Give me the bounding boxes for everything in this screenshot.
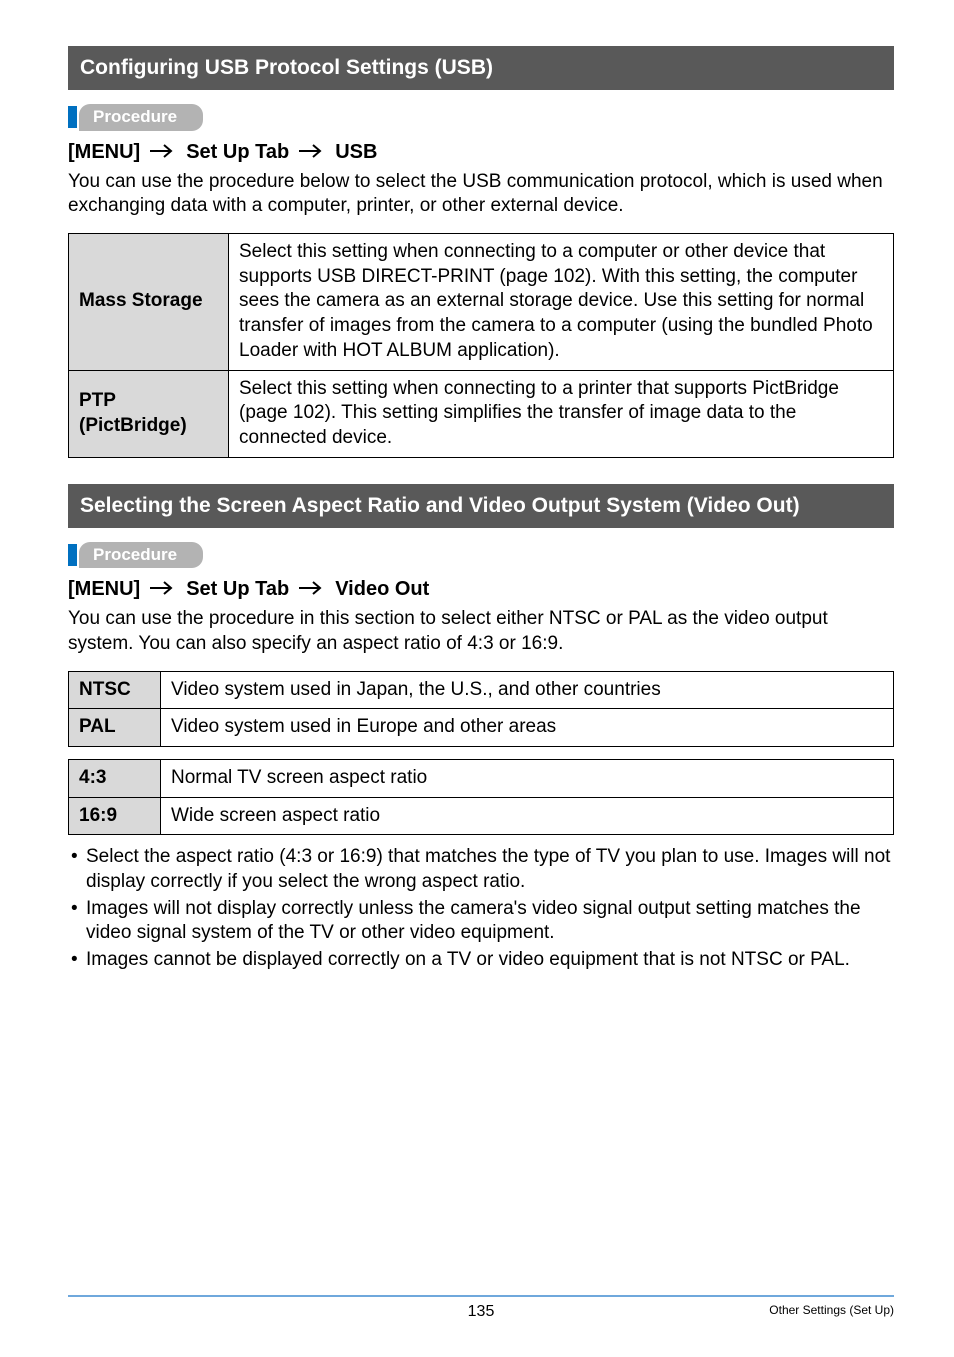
page-footer: 135 Other Settings (Set Up)	[0, 1295, 954, 1321]
menu-part: Video Out	[335, 578, 429, 601]
option-label: 4:3	[69, 760, 161, 798]
table-row: PTP (PictBridge) Select this setting whe…	[69, 370, 894, 457]
option-desc: Wide screen aspect ratio	[161, 797, 894, 835]
option-desc: Select this setting when connecting to a…	[229, 234, 894, 370]
usb-options-table: Mass Storage Select this setting when co…	[68, 233, 894, 458]
procedure-label-1: Procedure	[79, 104, 203, 130]
table-row: 4:3 Normal TV screen aspect ratio	[69, 760, 894, 798]
procedure-bullet-icon	[68, 106, 77, 128]
arrow-right-icon	[150, 578, 176, 601]
option-desc: Video system used in Europe and other ar…	[161, 709, 894, 747]
table-row: NTSC Video system used in Japan, the U.S…	[69, 671, 894, 709]
menu-path-2: [MENU] Set Up Tab Video Out	[68, 578, 894, 601]
menu-path-1: [MENU] Set Up Tab USB	[68, 141, 894, 164]
option-label: Mass Storage	[69, 234, 229, 370]
video-system-table: NTSC Video system used in Japan, the U.S…	[68, 671, 894, 747]
section-heading-usb: Configuring USB Protocol Settings (USB)	[68, 46, 894, 90]
menu-part: Set Up Tab	[186, 578, 289, 601]
table-row: Mass Storage Select this setting when co…	[69, 234, 894, 370]
menu-part: [MENU]	[68, 578, 140, 601]
arrow-right-icon	[299, 578, 325, 601]
notes-list: Select the aspect ratio (4:3 or 16:9) th…	[68, 845, 894, 972]
menu-part: Set Up Tab	[186, 141, 289, 164]
intro-text-1: You can use the procedure below to selec…	[68, 170, 894, 219]
procedure-row-2: Procedure	[68, 542, 894, 568]
footer-rule	[68, 1295, 894, 1297]
footer-section-name: Other Settings (Set Up)	[769, 1303, 894, 1317]
option-label: NTSC	[69, 671, 161, 709]
section-heading-video: Selecting the Screen Aspect Ratio and Vi…	[68, 484, 894, 528]
list-item: Images will not display correctly unless…	[68, 897, 894, 946]
option-desc: Select this setting when connecting to a…	[229, 370, 894, 457]
arrow-right-icon	[150, 141, 176, 164]
procedure-bullet-icon	[68, 544, 77, 566]
list-item: Select the aspect ratio (4:3 or 16:9) th…	[68, 845, 894, 894]
arrow-right-icon	[299, 141, 325, 164]
menu-part: USB	[335, 141, 377, 164]
option-label: 16:9	[69, 797, 161, 835]
option-desc: Video system used in Japan, the U.S., an…	[161, 671, 894, 709]
procedure-label-2: Procedure	[79, 542, 203, 568]
aspect-ratio-table: 4:3 Normal TV screen aspect ratio 16:9 W…	[68, 759, 894, 835]
list-item: Images cannot be displayed correctly on …	[68, 948, 894, 973]
option-desc: Normal TV screen aspect ratio	[161, 760, 894, 798]
procedure-row-1: Procedure	[68, 104, 894, 130]
option-label: PTP (PictBridge)	[69, 370, 229, 457]
table-row: PAL Video system used in Europe and othe…	[69, 709, 894, 747]
option-label: PAL	[69, 709, 161, 747]
menu-part: [MENU]	[68, 141, 140, 164]
intro-text-2: You can use the procedure in this sectio…	[68, 607, 894, 656]
table-row: 16:9 Wide screen aspect ratio	[69, 797, 894, 835]
